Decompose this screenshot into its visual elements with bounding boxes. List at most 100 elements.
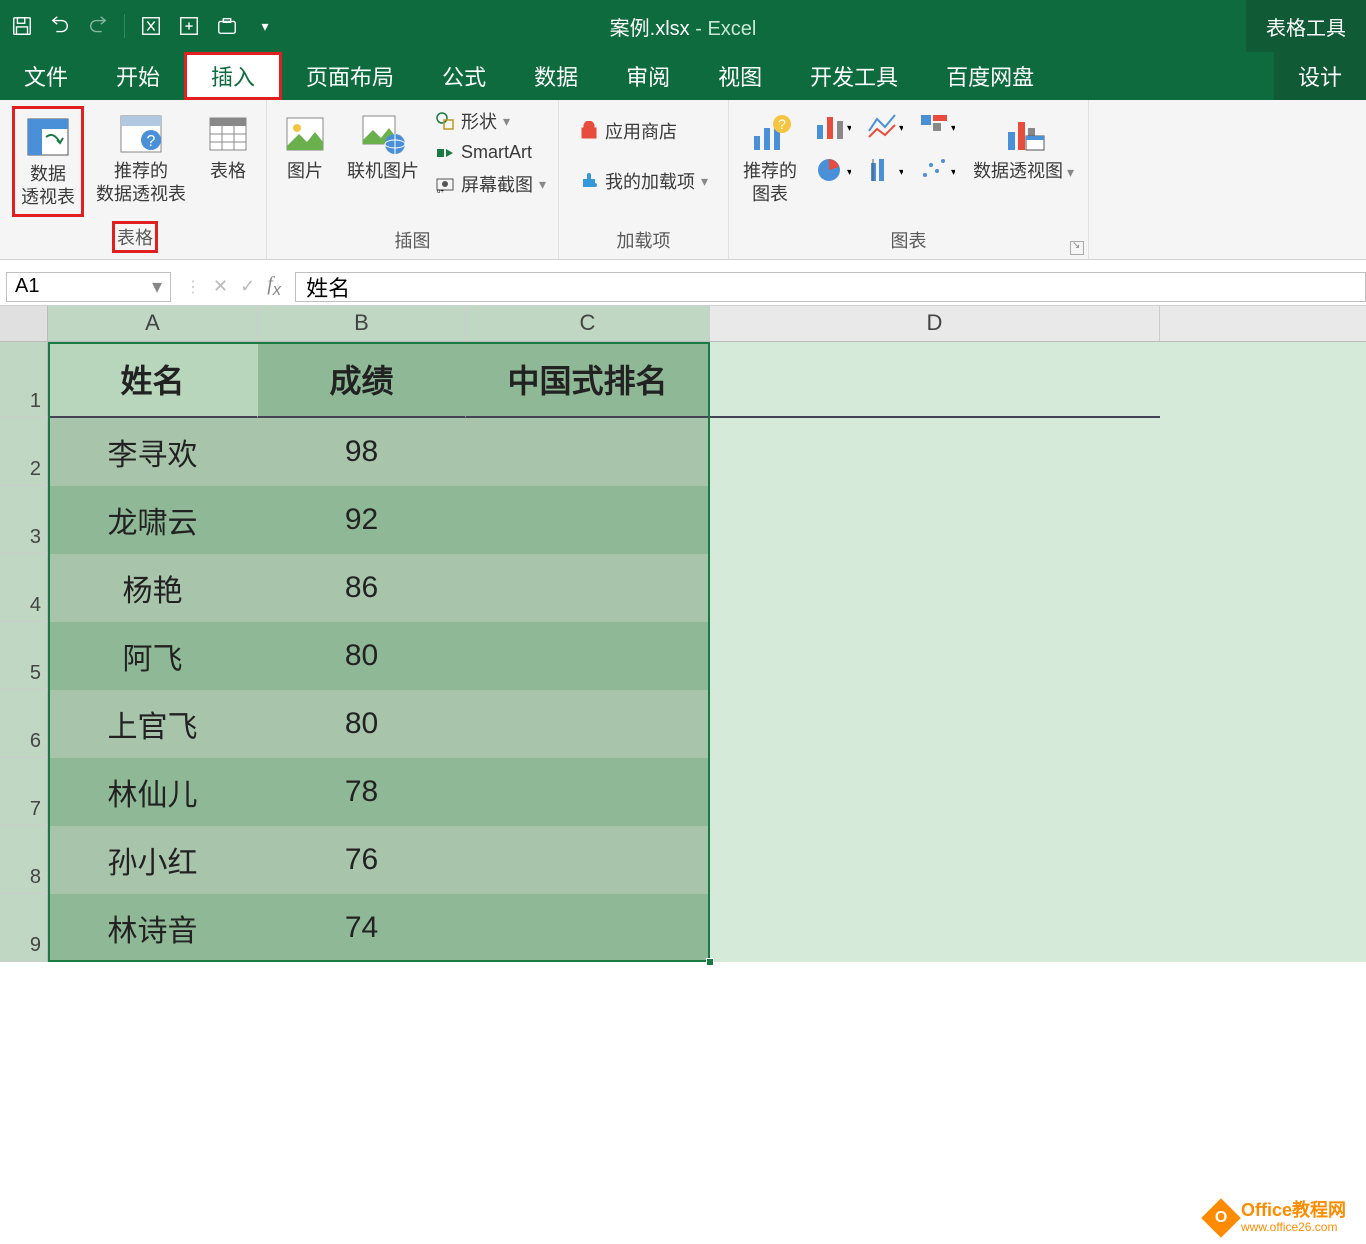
pivot-chart-button[interactable]: 数据透视图 xyxy=(967,106,1080,187)
formula-input[interactable]: 姓名 xyxy=(295,272,1366,302)
cell[interactable] xyxy=(710,690,1160,758)
tab-insert[interactable]: 插入 xyxy=(184,52,282,100)
row-header[interactable]: 1 xyxy=(0,342,48,418)
cell[interactable]: 林诗音 xyxy=(48,894,258,962)
tab-baidu[interactable]: 百度网盘 xyxy=(922,52,1058,100)
table-icon xyxy=(204,110,252,158)
cell[interactable]: 86 xyxy=(258,554,466,622)
fx-icon[interactable]: fx xyxy=(267,273,281,300)
scatter-chart-icon[interactable]: ▾ xyxy=(913,150,961,190)
column-header-c[interactable]: C xyxy=(466,306,710,341)
recommended-charts-button[interactable]: ? 推荐的 图表 xyxy=(737,106,803,211)
tab-data[interactable]: 数据 xyxy=(510,52,602,100)
recommended-pivot-button[interactable]: ? 推荐的 数据透视表 xyxy=(90,106,192,211)
pie-chart-icon[interactable]: ▾ xyxy=(809,150,857,190)
pivot-table-button[interactable]: 数据 透视表 xyxy=(12,106,84,217)
row-header[interactable]: 3 xyxy=(0,486,48,554)
tab-page-layout[interactable]: 页面布局 xyxy=(282,52,418,100)
cell[interactable] xyxy=(710,554,1160,622)
column-header-a[interactable]: A xyxy=(48,306,258,341)
line-chart-icon[interactable]: ▾ xyxy=(861,106,909,146)
new-icon[interactable] xyxy=(177,14,201,38)
cell-b1[interactable]: 成绩 xyxy=(258,342,466,418)
row-header[interactable]: 7 xyxy=(0,758,48,826)
cell[interactable]: 李寻欢 xyxy=(48,418,258,486)
selection-handle[interactable] xyxy=(706,958,714,966)
cell[interactable] xyxy=(466,554,710,622)
cell[interactable] xyxy=(710,486,1160,554)
picture-button[interactable]: 图片 xyxy=(275,106,335,187)
cell[interactable] xyxy=(466,418,710,486)
touch-mode-icon[interactable] xyxy=(139,14,163,38)
cell-c1[interactable]: 中国式排名 xyxy=(466,342,710,418)
cell[interactable] xyxy=(466,826,710,894)
column-chart-icon[interactable]: ▾ xyxy=(809,106,857,146)
svg-text:?: ? xyxy=(778,116,786,132)
redo-icon[interactable] xyxy=(86,14,110,38)
save-icon[interactable] xyxy=(10,14,34,38)
accept-formula-icon[interactable]: ✓ xyxy=(240,276,255,297)
table-button[interactable]: 表格 xyxy=(198,106,258,187)
my-addins-button[interactable]: 我的加载项 xyxy=(575,166,712,196)
charts-dialog-launcher[interactable] xyxy=(1070,241,1084,255)
tab-file[interactable]: 文件 xyxy=(0,52,92,100)
row-header[interactable]: 2 xyxy=(0,418,48,486)
screenshot-button[interactable]: o+ 屏幕截图 xyxy=(431,169,550,199)
cell[interactable]: 80 xyxy=(258,690,466,758)
cell[interactable]: 80 xyxy=(258,622,466,690)
smartart-button[interactable]: SmartArt xyxy=(431,140,550,165)
row-header[interactable]: 5 xyxy=(0,622,48,690)
svg-text:?: ? xyxy=(147,133,156,150)
spreadsheet: A B C D 1 姓名 成绩 中国式排名 2李寻欢983龙啸云924杨艳865… xyxy=(0,306,1366,962)
cell[interactable]: 杨艳 xyxy=(48,554,258,622)
cell-d1[interactable] xyxy=(710,342,1160,418)
row-header[interactable]: 9 xyxy=(0,894,48,962)
store-icon xyxy=(579,121,599,141)
column-header-b[interactable]: B xyxy=(258,306,466,341)
cell[interactable]: 孙小红 xyxy=(48,826,258,894)
name-box[interactable]: A1▾ xyxy=(6,272,171,302)
select-all-corner[interactable] xyxy=(0,306,48,341)
tab-formulas[interactable]: 公式 xyxy=(418,52,510,100)
shapes-button[interactable]: 形状 xyxy=(431,106,550,136)
tab-developer[interactable]: 开发工具 xyxy=(786,52,922,100)
cell[interactable] xyxy=(710,826,1160,894)
cell[interactable] xyxy=(466,486,710,554)
cell[interactable]: 98 xyxy=(258,418,466,486)
cell[interactable] xyxy=(466,622,710,690)
undo-icon[interactable] xyxy=(48,14,72,38)
cell[interactable]: 92 xyxy=(258,486,466,554)
row-header[interactable]: 8 xyxy=(0,826,48,894)
cell[interactable] xyxy=(466,690,710,758)
pivot-chart-label: 数据透视图 xyxy=(973,160,1074,183)
cell[interactable] xyxy=(710,622,1160,690)
statistic-chart-icon[interactable]: ▾ xyxy=(861,150,909,190)
row-header[interactable]: 6 xyxy=(0,690,48,758)
tab-view[interactable]: 视图 xyxy=(694,52,786,100)
cell[interactable] xyxy=(710,894,1160,962)
cell[interactable]: 阿飞 xyxy=(48,622,258,690)
column-header-d[interactable]: D xyxy=(710,306,1160,341)
cell[interactable]: 林仙儿 xyxy=(48,758,258,826)
tab-design[interactable]: 设计 xyxy=(1274,52,1366,100)
cell[interactable]: 龙啸云 xyxy=(48,486,258,554)
cancel-formula-icon[interactable]: ✕ xyxy=(213,276,228,297)
tab-home[interactable]: 开始 xyxy=(92,52,184,100)
row-header[interactable]: 4 xyxy=(0,554,48,622)
cell[interactable]: 76 xyxy=(258,826,466,894)
cell[interactable] xyxy=(710,418,1160,486)
cell[interactable]: 78 xyxy=(258,758,466,826)
cell[interactable] xyxy=(466,894,710,962)
cell[interactable] xyxy=(710,758,1160,826)
tab-review[interactable]: 审阅 xyxy=(602,52,694,100)
cell[interactable] xyxy=(466,758,710,826)
recommended-charts-label: 推荐的 图表 xyxy=(743,160,797,207)
cell-a1[interactable]: 姓名 xyxy=(48,342,258,418)
hierarchy-chart-icon[interactable]: ▾ xyxy=(913,106,961,146)
qat-customize-icon[interactable]: ▾ xyxy=(253,14,277,38)
camera-icon[interactable] xyxy=(215,14,239,38)
store-button[interactable]: 应用商店 xyxy=(575,116,712,146)
cell[interactable]: 上官飞 xyxy=(48,690,258,758)
cell[interactable]: 74 xyxy=(258,894,466,962)
online-picture-button[interactable]: 联机图片 xyxy=(341,106,425,187)
